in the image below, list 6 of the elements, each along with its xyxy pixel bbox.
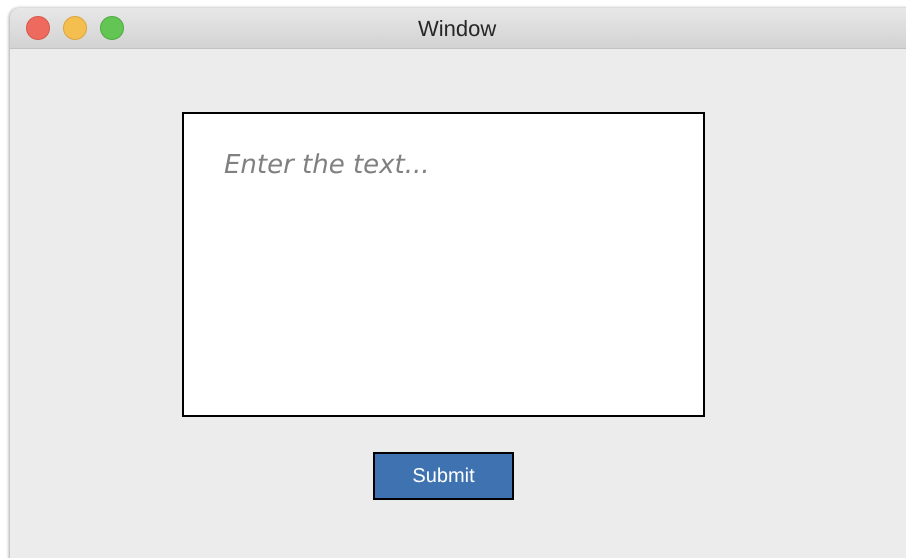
window-title: Window — [418, 16, 496, 42]
close-button[interactable] — [26, 16, 50, 40]
minimize-button[interactable] — [63, 16, 87, 40]
maximize-button[interactable] — [100, 16, 124, 40]
text-area[interactable]: Enter the text... — [182, 112, 705, 417]
submit-button[interactable]: Submit — [373, 452, 514, 500]
